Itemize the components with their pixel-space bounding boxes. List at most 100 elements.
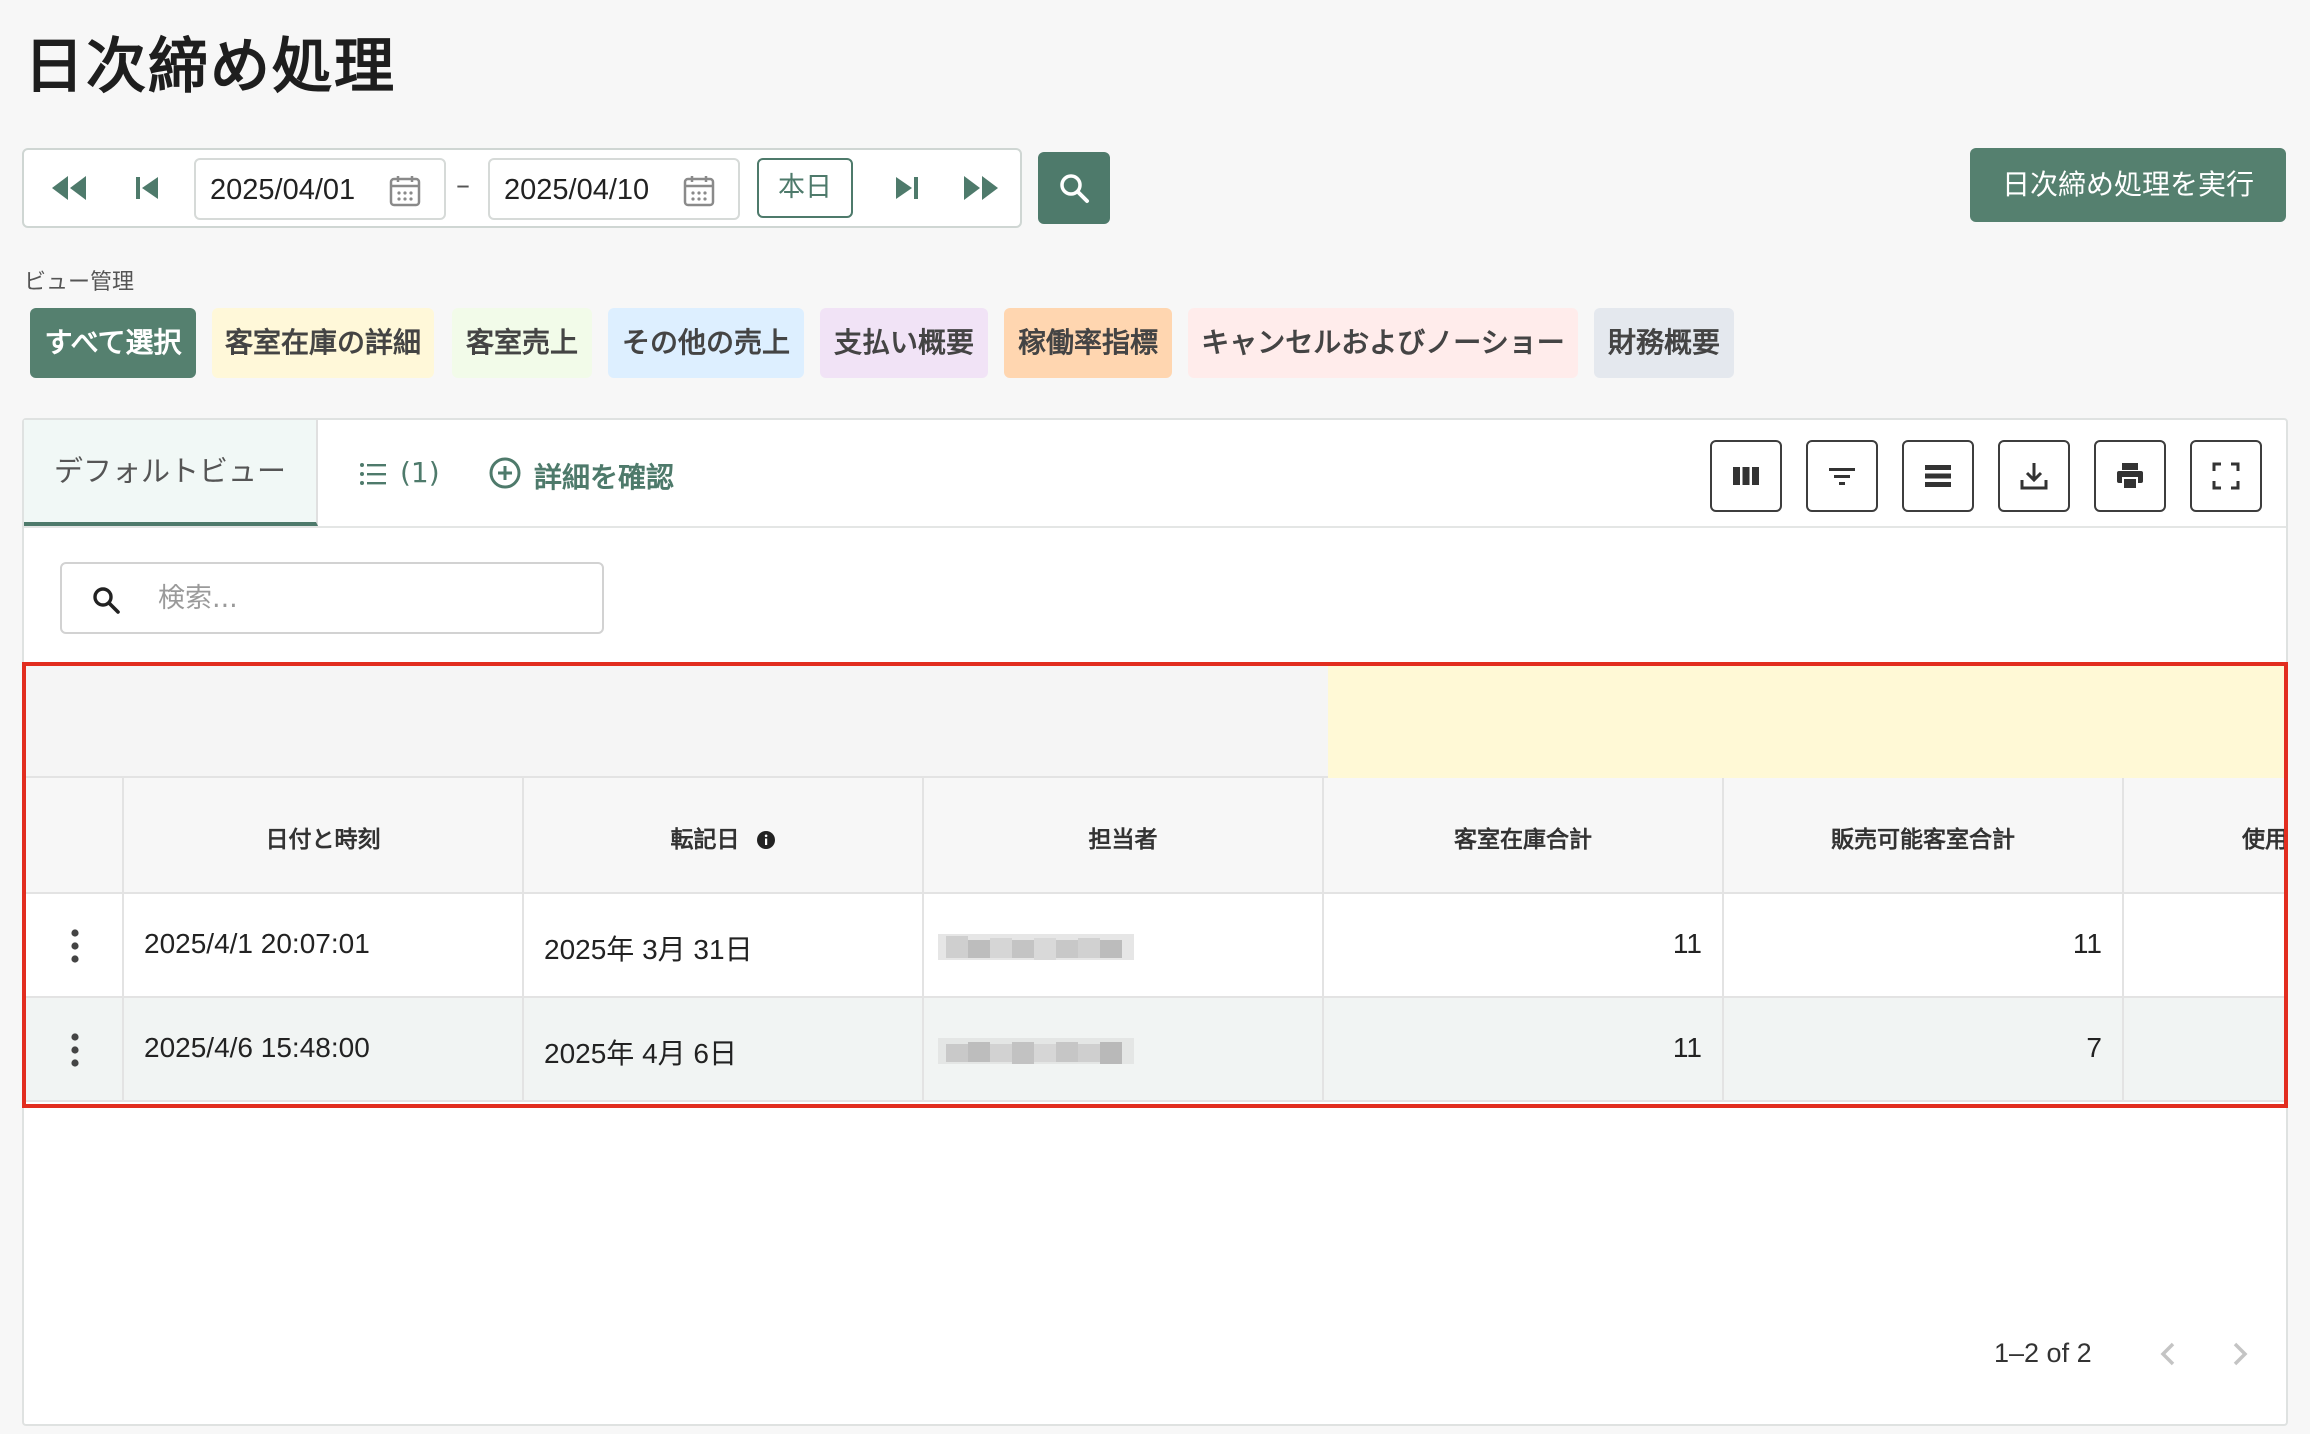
cell-inventory-total: 11 xyxy=(1324,998,1724,1100)
previous-page-button[interactable] xyxy=(2150,1334,2186,1374)
calendar-icon[interactable] xyxy=(682,174,716,208)
table-search xyxy=(60,562,604,634)
cell-usage xyxy=(2124,998,2288,1100)
cell-usage xyxy=(2124,894,2288,996)
cell-posting-date: 2025年 3月 31日 xyxy=(524,894,924,996)
search-input[interactable] xyxy=(158,578,578,618)
header-datetime[interactable]: 日付と時刻 xyxy=(124,778,524,892)
cell-value: 2025/4/6 15:48:00 xyxy=(144,1032,370,1063)
print-button[interactable] xyxy=(2094,440,2166,512)
chip-other-revenue[interactable]: その他の売上 xyxy=(608,308,804,378)
today-button[interactable]: 本日 xyxy=(757,158,853,218)
pagination-info: 1–2 of 2 xyxy=(1994,1338,2092,1368)
next-page-button[interactable] xyxy=(2222,1334,2258,1374)
search-button[interactable] xyxy=(1038,152,1110,224)
skip-next-icon[interactable] xyxy=(882,168,930,208)
header-inventory-total[interactable]: 客室在庫合計 xyxy=(1324,778,1724,892)
header-label-posting-date: 転記日 xyxy=(524,820,922,854)
calendar-icon[interactable] xyxy=(388,174,422,208)
tab-default-view[interactable]: デフォルトビュー xyxy=(24,420,318,526)
chip-occupancy-metrics[interactable]: 稼働率指標 xyxy=(1004,308,1172,378)
table-row[interactable]: 2025/4/6 15:48:00 2025年 4月 6日 11 7 xyxy=(26,998,2288,1102)
header-staff[interactable]: 担当者 xyxy=(924,778,1324,892)
redacted-name xyxy=(938,934,1134,960)
cell-inventory-total: 11 xyxy=(1324,894,1724,996)
chevron-right-icon xyxy=(2233,1342,2248,1366)
download-icon xyxy=(2020,463,2048,490)
header-label: 客室在庫合計 xyxy=(1454,827,1592,853)
cell-value: 2025/4/1 20:07:01 xyxy=(144,928,370,959)
table-header-row: 日付と時刻 転記日 担当者 客室在庫合計 販売可能客室合計 使用 xyxy=(26,778,2288,894)
end-date-field[interactable]: 2025/04/10 xyxy=(488,158,740,220)
date-range-separator: – xyxy=(456,168,470,201)
header-label: 担当者 xyxy=(1088,827,1158,853)
cell-value: 11 xyxy=(1672,928,1702,959)
execute-daily-closing-button[interactable]: 日次締め処理を実行 xyxy=(1970,148,2286,222)
more-vert-icon[interactable] xyxy=(70,1030,80,1070)
chip-financial-summary[interactable]: 財務概要 xyxy=(1594,308,1734,378)
columns-button[interactable] xyxy=(1710,440,1782,512)
cell-value: 7 xyxy=(2086,1032,2102,1063)
data-table: 日付と時刻 転記日 担当者 客室在庫合計 販売可能客室合計 使用 2025/4/… xyxy=(26,664,2288,1104)
header-posting-date[interactable]: 転記日 xyxy=(524,778,924,892)
view-management-label: ビュー管理 xyxy=(24,270,135,295)
column-group-header-base xyxy=(26,664,1328,778)
row-actions[interactable] xyxy=(26,894,124,996)
cell-value: 11 xyxy=(1672,1032,1702,1063)
chip-room-revenue[interactable]: 客室売上 xyxy=(452,308,592,378)
view-details-label: 詳細を確認 xyxy=(534,461,675,494)
grid-toolbar: デフォルトビュー (1) 詳細を確認 xyxy=(24,420,2286,528)
fast-rewind-icon[interactable] xyxy=(46,168,94,208)
header-label: 販売可能客室合計 xyxy=(1831,827,2015,853)
list-icon xyxy=(360,463,386,485)
redacted-name xyxy=(938,1038,1134,1064)
search-icon xyxy=(93,587,120,614)
date-range-navigator: 2025/04/01 – 2025/04/10 本日 xyxy=(22,148,1022,228)
header-usage[interactable]: 使用 xyxy=(2124,778,2288,892)
cell-sellable-total: 7 xyxy=(1724,998,2124,1100)
header-actions-column xyxy=(26,778,124,892)
info-icon[interactable] xyxy=(756,830,776,850)
column-group-header-room-inventory xyxy=(1328,664,2288,778)
start-date-field[interactable]: 2025/04/01 xyxy=(194,158,446,220)
cell-staff xyxy=(924,894,1324,996)
cell-datetime: 2025/4/6 15:48:00 xyxy=(124,998,524,1100)
page-title: 日次締め処理 xyxy=(24,32,396,102)
cell-sellable-total: 11 xyxy=(1724,894,2124,996)
filter-button[interactable] xyxy=(1806,440,1878,512)
saved-views-count: (1) xyxy=(400,456,440,489)
density-icon xyxy=(1925,465,1951,487)
chip-room-inventory-detail[interactable]: 客室在庫の詳細 xyxy=(212,308,434,378)
add-circle-icon xyxy=(489,457,521,489)
fullscreen-button[interactable] xyxy=(2190,440,2262,512)
end-date-value: 2025/04/10 xyxy=(504,174,650,206)
density-button[interactable] xyxy=(1902,440,1974,512)
header-label: 使用 xyxy=(2242,827,2288,853)
cell-value: 2025年 4月 6日 xyxy=(544,1038,737,1069)
data-grid-panel: デフォルトビュー (1) 詳細を確認 検索... 日付と時刻 転記日 担当者 客… xyxy=(22,418,2288,1426)
printer-icon xyxy=(2117,463,2143,490)
cell-posting-date: 2025年 4月 6日 xyxy=(524,998,924,1100)
cell-datetime: 2025/4/1 20:07:01 xyxy=(124,894,524,996)
export-button[interactable] xyxy=(1998,440,2070,512)
fast-forward-icon[interactable] xyxy=(956,168,1004,208)
header-sellable-total[interactable]: 販売可能客室合計 xyxy=(1724,778,2124,892)
more-vert-icon[interactable] xyxy=(70,926,80,966)
cell-staff xyxy=(924,998,1324,1100)
start-date-value: 2025/04/01 xyxy=(210,174,356,206)
search-icon xyxy=(1060,174,1089,203)
chip-cancel-noshow[interactable]: キャンセルおよびノーショー xyxy=(1188,308,1578,378)
chip-payment-summary[interactable]: 支払い概要 xyxy=(820,308,988,378)
fullscreen-icon xyxy=(2212,462,2240,490)
table-row[interactable]: 2025/4/1 20:07:01 2025年 3月 31日 11 11 xyxy=(26,894,2288,998)
header-label: 日付と時刻 xyxy=(265,827,381,853)
row-actions[interactable] xyxy=(26,998,124,1100)
cell-value: 2025年 3月 31日 xyxy=(544,934,753,965)
columns-icon xyxy=(1733,467,1759,485)
header-label: 転記日 xyxy=(670,827,740,853)
filter-icon xyxy=(1829,468,1855,485)
chip-select-all[interactable]: すべて選択 xyxy=(30,308,196,378)
cell-value: 11 xyxy=(2072,928,2102,959)
skip-previous-icon[interactable] xyxy=(124,168,172,208)
chevron-left-icon xyxy=(2160,1342,2175,1366)
